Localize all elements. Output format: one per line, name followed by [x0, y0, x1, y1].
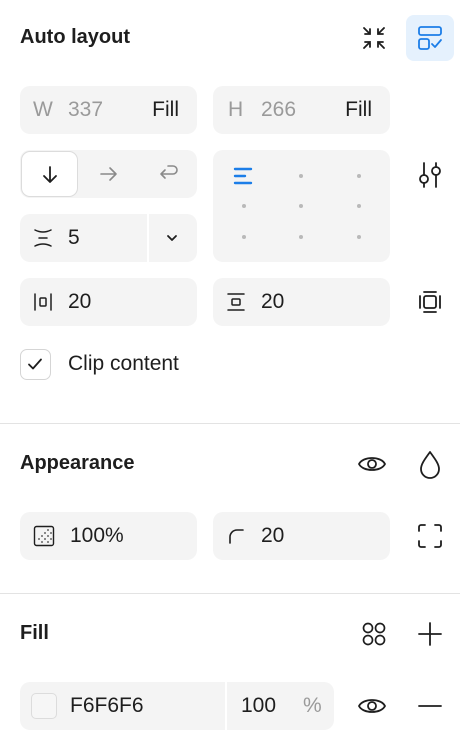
fill-percent-sign: %: [303, 694, 322, 717]
align-bottom-center-dot[interactable]: [299, 235, 303, 239]
align-top-right-dot[interactable]: [357, 174, 361, 178]
horizontal-padding-icon: [34, 293, 52, 311]
horizontal-padding-field[interactable]: 20: [20, 278, 197, 326]
direction-wrap-button[interactable]: [138, 150, 197, 198]
autolayout-title: Auto layout: [20, 26, 130, 48]
corner-radius-value[interactable]: 20: [261, 512, 284, 560]
layout-check-icon: [418, 26, 442, 50]
align-bottom-left-dot[interactable]: [242, 235, 246, 239]
fill-title: Fill: [20, 622, 49, 644]
independent-corners-icon[interactable]: [417, 523, 443, 549]
width-mode-dropdown[interactable]: Fill: [152, 86, 179, 134]
width-value[interactable]: 337: [68, 86, 103, 134]
width-prefix: W: [33, 98, 53, 121]
styles-icon[interactable]: [360, 620, 388, 648]
direction-vertical-button[interactable]: [21, 151, 78, 197]
align-middle-left-dot[interactable]: [242, 204, 246, 208]
blend-mode-icon[interactable]: [418, 449, 442, 479]
individual-padding-icon[interactable]: [418, 290, 442, 314]
remove-fill-icon[interactable]: [417, 704, 443, 708]
checkmark-icon: [28, 358, 42, 370]
fill-divider: [225, 682, 227, 730]
corner-radius-field[interactable]: 20: [213, 512, 390, 560]
add-fill-icon[interactable]: [417, 621, 443, 647]
fill-opacity-value[interactable]: 100: [241, 682, 276, 730]
section-divider: [0, 593, 460, 594]
clip-content-checkbox[interactable]: [20, 349, 51, 380]
align-middle-right-dot[interactable]: [357, 204, 361, 208]
align-top-center-dot[interactable]: [299, 174, 303, 178]
align-top-left-icon[interactable]: [233, 166, 255, 186]
height-mode-dropdown[interactable]: Fill: [345, 86, 372, 134]
appearance-title: Appearance: [20, 452, 135, 474]
vertical-padding-field[interactable]: 20: [213, 278, 390, 326]
wrap-icon: [160, 165, 178, 179]
layout-suggestions-button[interactable]: [406, 15, 454, 61]
fill-color-swatch[interactable]: [31, 693, 57, 719]
align-middle-center-dot[interactable]: [299, 204, 303, 208]
fill-hex-value[interactable]: F6F6F6: [70, 682, 144, 730]
vertical-padding-icon: [227, 293, 245, 311]
direction-control[interactable]: [20, 150, 197, 198]
section-divider: [0, 423, 460, 424]
alignment-grid[interactable]: [213, 150, 390, 262]
vertical-padding-value[interactable]: 20: [261, 278, 284, 326]
gap-field[interactable]: 5: [20, 214, 197, 262]
corner-radius-icon: [229, 529, 244, 544]
collapse-icon[interactable]: [358, 22, 390, 54]
fill-visibility-icon[interactable]: [357, 692, 387, 720]
height-prefix: H: [228, 98, 244, 121]
direction-horizontal-button[interactable]: [79, 150, 138, 198]
align-bottom-right-dot[interactable]: [357, 235, 361, 239]
vertical-gap-icon: [34, 229, 52, 247]
gap-value[interactable]: 5: [68, 214, 80, 262]
layer-opacity-field[interactable]: 100%: [20, 512, 197, 560]
width-field[interactable]: W 337 Fill: [20, 86, 197, 134]
height-field[interactable]: H 266 Fill: [213, 86, 390, 134]
layer-opacity-value[interactable]: 100%: [70, 512, 124, 560]
arrow-down-icon: [43, 166, 57, 183]
height-value[interactable]: 266: [261, 86, 296, 134]
opacity-icon: [33, 525, 55, 547]
horizontal-padding-value[interactable]: 20: [68, 278, 91, 326]
arrow-right-icon: [100, 167, 117, 181]
chevron-down-icon[interactable]: [164, 231, 180, 245]
fill-row[interactable]: F6F6F6 100 %: [20, 682, 334, 730]
eye-icon[interactable]: [357, 450, 387, 478]
clip-content-label: Clip content: [68, 352, 179, 375]
gap-divider: [147, 214, 149, 262]
sliders-icon[interactable]: [416, 160, 444, 190]
